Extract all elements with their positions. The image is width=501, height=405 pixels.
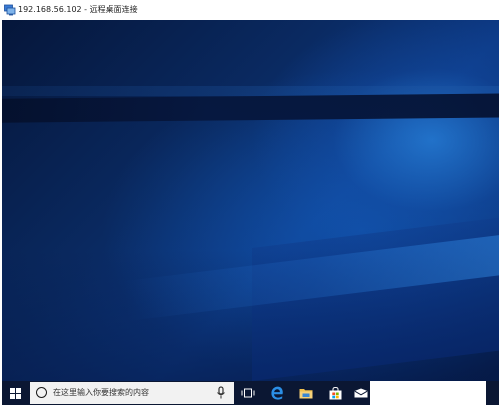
- remote-desktop-window: 192.168.56.102 - 远程桌面连接 在这里输入你要搜索的内容: [0, 0, 501, 405]
- task-view-button[interactable]: [235, 381, 261, 405]
- store-icon: [329, 386, 341, 399]
- taskbar: 在这里输入你要搜索的内容: [2, 381, 499, 405]
- windows-logo-icon: [9, 387, 21, 399]
- search-placeholder: 在这里输入你要搜索的内容: [53, 388, 149, 397]
- title-bar[interactable]: 192.168.56.102 - 远程桌面连接: [0, 0, 501, 20]
- edge-button[interactable]: [264, 381, 290, 405]
- remote-desktop-area[interactable]: [2, 20, 499, 381]
- microphone-icon[interactable]: [216, 386, 226, 400]
- search-box[interactable]: 在这里输入你要搜索的内容: [30, 382, 234, 404]
- taskbar-blank-area: [370, 381, 486, 405]
- store-button[interactable]: [322, 381, 348, 405]
- cortana-circle-icon: [36, 387, 47, 398]
- wallpaper-band: [2, 93, 499, 123]
- window-title: 192.168.56.102 - 远程桌面连接: [18, 5, 138, 14]
- edge-icon: [271, 386, 283, 400]
- task-view-icon: [241, 388, 255, 398]
- file-explorer-icon: [299, 389, 313, 399]
- file-explorer-button[interactable]: [293, 381, 319, 405]
- mail-icon: [354, 388, 368, 398]
- remote-desktop-icon: [4, 4, 16, 16]
- start-button[interactable]: [2, 381, 28, 405]
